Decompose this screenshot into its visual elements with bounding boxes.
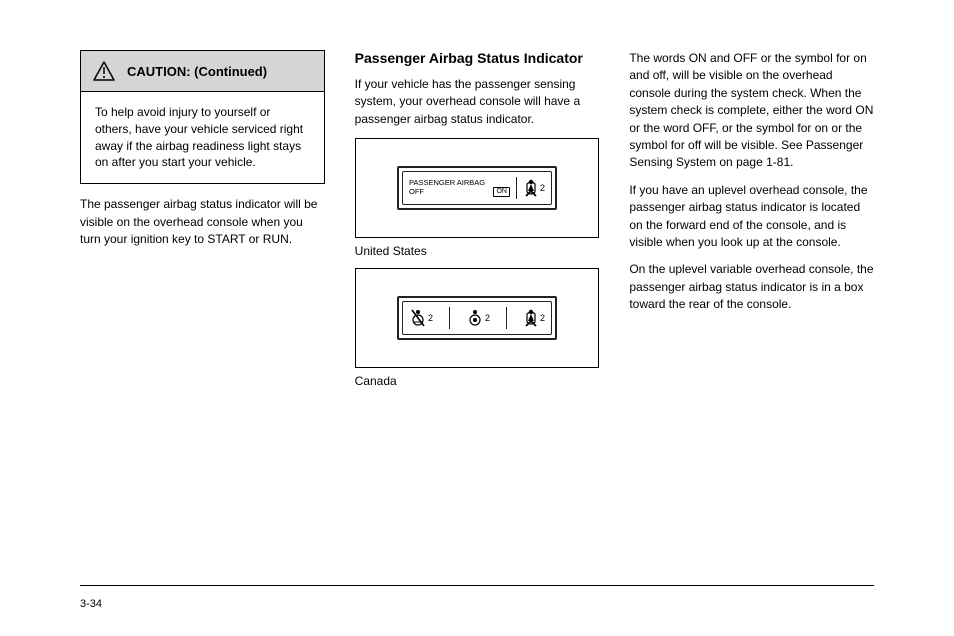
airbag-on-count: 2 <box>485 314 490 323</box>
seatbelt-count: 2 <box>540 184 545 193</box>
col3-para2: If you have an uplevel overhead console,… <box>629 182 874 252</box>
indicator-panel-us: PASSENGER AIRBAG OFF ON <box>397 166 557 210</box>
caution-header: CAUTION: (Continued) <box>81 51 324 92</box>
panel-divider <box>506 307 507 329</box>
caution-box: CAUTION: (Continued) To help avoid injur… <box>80 50 325 184</box>
panel-divider <box>449 307 450 329</box>
col1-paragraph: The passenger airbag status indicator wi… <box>80 196 325 248</box>
caution-text: To help avoid injury to yourself or othe… <box>95 104 310 171</box>
col3-para1: The words ON and OFF or the symbol for o… <box>629 50 874 172</box>
airbag-off-count: 2 <box>428 314 433 323</box>
panel-us-on-badge: ON <box>493 187 510 197</box>
footer-divider <box>80 585 874 586</box>
figure-united-states: PASSENGER AIRBAG OFF ON <box>355 138 600 238</box>
col3-para3: On the uplevel variable overhead console… <box>629 261 874 313</box>
seatbelt-icon: 2 <box>523 308 545 328</box>
col2-para1: If your vehicle has the passenger sensin… <box>355 76 600 128</box>
seatbelt-count-b: 2 <box>540 314 545 323</box>
seatbelt-icon: 2 <box>523 178 545 198</box>
airbag-on-icon: 2 <box>466 308 490 328</box>
panel-divider <box>516 177 517 199</box>
caption-canada: Canada <box>355 374 600 388</box>
panel-us-line1: PASSENGER AIRBAG <box>409 179 510 187</box>
section-heading: Passenger Airbag Status Indicator <box>355 50 600 66</box>
airbag-off-icon: 2 <box>409 308 433 328</box>
indicator-panel-canada: 2 2 <box>397 296 557 340</box>
figure-canada: 2 2 <box>355 268 600 368</box>
page-number: 3-34 <box>80 598 102 610</box>
warning-triangle-icon <box>93 61 115 81</box>
caution-title: CAUTION: (Continued) <box>127 64 267 79</box>
caution-body: To help avoid injury to yourself or othe… <box>81 92 324 183</box>
panel-us-off: OFF <box>409 188 424 196</box>
panel-us-text: PASSENGER AIRBAG OFF ON <box>409 179 510 197</box>
caption-us: United States <box>355 244 600 258</box>
